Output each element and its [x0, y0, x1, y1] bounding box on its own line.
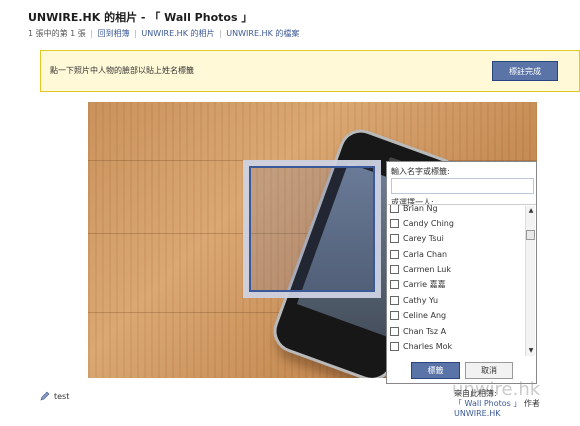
tag-selection-box[interactable]: [243, 160, 381, 298]
friend-item[interactable]: Charles Mok: [390, 339, 452, 354]
photo-nav: 1 張中的第 1 張 | 回到相簿 | UNWIRE.HK 的相片 | UNWI…: [28, 28, 299, 39]
friend-name: Carmen Luk: [403, 265, 451, 274]
friend-name: Cathy Yu: [403, 296, 439, 305]
checkbox[interactable]: [390, 280, 399, 289]
friend-item[interactable]: Carrie 嘉嘉: [390, 277, 446, 292]
scroll-up-icon[interactable]: ▲: [526, 207, 536, 215]
friend-name: Brian Ng: [403, 204, 438, 213]
friend-item[interactable]: Candy Ching: [390, 216, 454, 231]
page-title: UNWIRE.HK 的相片 - 「 Wall Photos 」: [28, 11, 253, 24]
caption-text[interactable]: test: [54, 392, 69, 401]
album-link[interactable]: 「 Wall Photos 」: [454, 399, 521, 408]
checkbox[interactable]: [390, 205, 399, 213]
checkbox[interactable]: [390, 219, 399, 228]
pencil-icon[interactable]: [40, 391, 50, 401]
friend-name: Candy Ching: [403, 219, 454, 228]
checkbox[interactable]: [390, 342, 399, 351]
scroll-thumb[interactable]: [526, 230, 535, 240]
tag-button[interactable]: 標籤: [411, 362, 460, 379]
photo-caption: test: [40, 391, 69, 401]
friend-item[interactable]: Celine Ang: [390, 308, 446, 323]
tagging-notice: 點一下照片中人物的臉部以貼上姓名標籤 標註完成: [40, 50, 580, 92]
checkbox[interactable]: [390, 234, 399, 243]
tag-panel: 輸入名字或標籤: 或選擇一人: Brian Ng Candy Ching Car…: [386, 161, 537, 384]
done-tagging-button[interactable]: 標註完成: [492, 61, 558, 81]
checkbox[interactable]: [390, 311, 399, 320]
tag-name-input[interactable]: [391, 178, 534, 194]
scroll-down-icon[interactable]: ▼: [526, 347, 536, 355]
friend-item[interactable]: Carla Chan: [390, 247, 447, 262]
friend-name: Carla Chan: [403, 250, 448, 259]
friend-list[interactable]: Brian Ng Candy Ching Carey Tsui Carla Ch…: [388, 204, 536, 357]
back-to-album-link[interactable]: 回到相簿: [98, 29, 130, 38]
checkbox[interactable]: [390, 327, 399, 336]
friend-name: Charles Mok: [403, 342, 453, 351]
friend-name: Celine Ang: [403, 311, 447, 320]
nav-separator: |: [90, 29, 94, 38]
friend-item[interactable]: Carmen Luk: [390, 262, 451, 277]
cancel-button[interactable]: 取消: [465, 362, 513, 379]
tagging-notice-text: 點一下照片中人物的臉部以貼上姓名標籤: [50, 66, 194, 75]
checkbox[interactable]: [390, 265, 399, 274]
friend-name: Carrie 嘉嘉: [403, 280, 446, 289]
friend-name: Chan Tsz A: [403, 327, 447, 336]
checkbox[interactable]: [390, 296, 399, 305]
friend-item[interactable]: Brian Ng: [390, 204, 438, 216]
friend-name: Carey Tsui: [403, 234, 444, 243]
owner-profile-link[interactable]: UNWIRE.HK 的檔案: [226, 29, 299, 38]
friend-item[interactable]: Cathy Yu: [390, 293, 438, 308]
tag-input-label: 輸入名字或標籤:: [391, 167, 450, 176]
author-label: 作者: [523, 399, 540, 408]
friend-list-scrollbar[interactable]: ▲ ▼: [525, 206, 535, 356]
photo-position: 1 張中的第 1 張: [28, 29, 86, 38]
album-source-label: 來自此相簿:: [454, 389, 497, 398]
checkbox[interactable]: [390, 250, 399, 259]
tag-selection-area: [249, 166, 375, 292]
nav-separator: |: [134, 29, 137, 38]
friend-item[interactable]: Carey Tsui: [390, 231, 444, 246]
owner-photos-link[interactable]: UNWIRE.HK 的相片: [141, 29, 214, 38]
friend-item[interactable]: Chan Tsz A: [390, 324, 446, 339]
album-source: 來自此相簿: 「 Wall Photos 」 作者 UNWIRE.HK: [454, 389, 540, 419]
author-link[interactable]: UNWIRE.HK: [454, 409, 501, 418]
nav-separator: |: [219, 29, 222, 38]
